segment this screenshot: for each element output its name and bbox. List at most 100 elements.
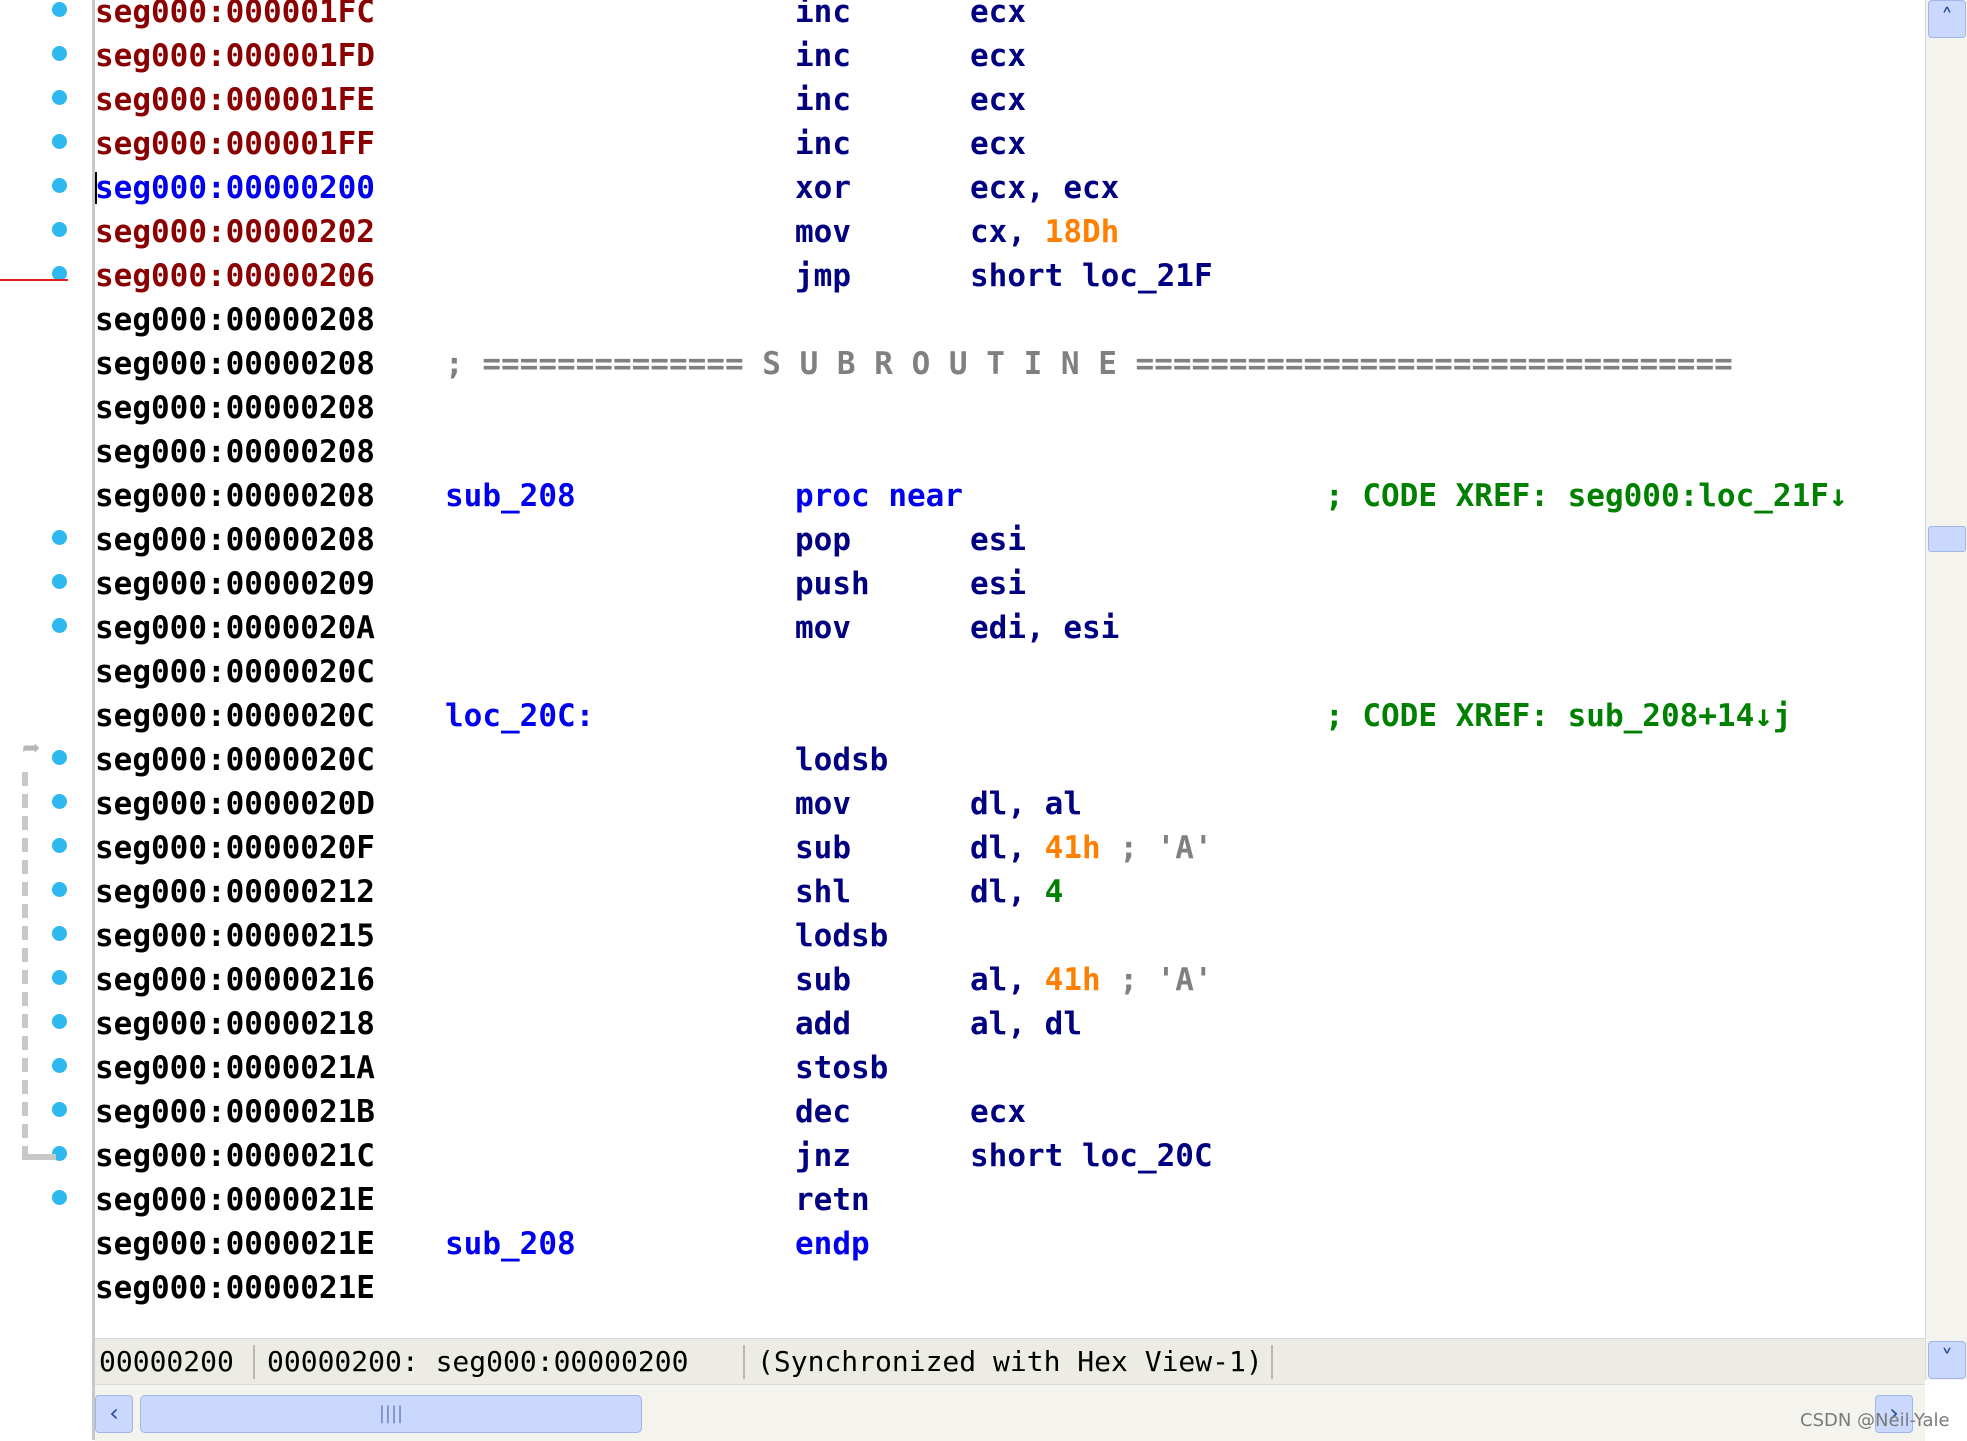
- address[interactable]: seg000:00000212: [95, 870, 375, 914]
- address[interactable]: seg000:0000020C: [95, 694, 375, 738]
- listing-line[interactable]: seg000:0000020D mov dl, al: [95, 782, 1925, 826]
- operands[interactable]: al, 41h ; 'A': [970, 958, 1213, 1002]
- operand-text[interactable]: short loc_20C: [970, 1138, 1213, 1174]
- operand-text[interactable]: esi: [970, 566, 1026, 602]
- operand-text[interactable]: cx,: [970, 214, 1045, 250]
- listing-line[interactable]: seg000:000001FE inc ecx: [95, 78, 1925, 122]
- address[interactable]: seg000:00000208: [95, 518, 375, 562]
- code-label[interactable]: sub_208: [445, 1222, 576, 1266]
- mnemonic[interactable]: inc: [795, 78, 851, 122]
- address[interactable]: seg000:0000021E: [95, 1266, 375, 1310]
- operands[interactable]: esi: [970, 518, 1026, 562]
- scroll-left-button[interactable]: ‹: [95, 1395, 133, 1433]
- operands[interactable]: dl, al: [970, 782, 1082, 826]
- breakpoint-dot-icon[interactable]: [52, 618, 67, 633]
- operands[interactable]: ecx, ecx: [970, 166, 1119, 210]
- address[interactable]: seg000:0000021B: [95, 1090, 375, 1134]
- address[interactable]: seg000:00000208: [95, 430, 375, 474]
- listing-line[interactable]: seg000:0000021E sub_208 endp: [95, 1222, 1925, 1266]
- breakpoint-dot-icon[interactable]: [52, 134, 67, 149]
- code-label[interactable]: sub_208: [445, 474, 576, 518]
- mnemonic[interactable]: jmp: [795, 254, 851, 298]
- vertical-scrollbar[interactable]: ˄ ˅: [1925, 0, 1967, 1380]
- address[interactable]: seg000:00000208: [95, 386, 375, 430]
- address[interactable]: seg000:0000020D: [95, 782, 375, 826]
- mnemonic[interactable]: retn: [795, 1178, 870, 1222]
- mnemonic[interactable]: lodsb: [795, 914, 888, 958]
- code-xref[interactable]: ; CODE XREF: sub_208+14↓j: [1325, 694, 1792, 738]
- address[interactable]: seg000:0000020F: [95, 826, 375, 870]
- address[interactable]: seg000:0000021E: [95, 1222, 375, 1266]
- listing-line[interactable]: seg000:00000208: [95, 298, 1925, 342]
- operand-text[interactable]: edi, esi: [970, 610, 1119, 646]
- breakpoint-dot-icon[interactable]: [52, 2, 67, 17]
- mnemonic[interactable]: shl: [795, 870, 851, 914]
- listing-line[interactable]: seg000:000001FF inc ecx: [95, 122, 1925, 166]
- mnemonic[interactable]: proc near: [795, 474, 963, 518]
- address[interactable]: seg000:00000218: [95, 1002, 375, 1046]
- operands[interactable]: al, dl: [970, 1002, 1082, 1046]
- breakpoint-gutter[interactable]: ➦: [0, 0, 92, 1440]
- operands[interactable]: dl, 4: [970, 870, 1063, 914]
- operand-text[interactable]: al, dl: [970, 1006, 1082, 1042]
- address[interactable]: seg000:00000208: [95, 474, 375, 518]
- address[interactable]: seg000:0000021E: [95, 1178, 375, 1222]
- address[interactable]: seg000:000001FC: [95, 0, 375, 34]
- address[interactable]: seg000:00000216: [95, 958, 375, 1002]
- mnemonic[interactable]: endp: [795, 1222, 870, 1266]
- breakpoint-dot-icon[interactable]: [52, 750, 67, 765]
- mnemonic[interactable]: mov: [795, 782, 851, 826]
- operand-text[interactable]: ecx: [970, 1094, 1026, 1130]
- listing-line[interactable]: seg000:00000208 ; ============== S U B R …: [95, 342, 1925, 386]
- listing-line[interactable]: seg000:00000216 sub al, 41h ; 'A': [95, 958, 1925, 1002]
- address[interactable]: seg000:000001FD: [95, 34, 375, 78]
- mnemonic[interactable]: sub: [795, 826, 851, 870]
- breakpoint-dot-icon[interactable]: [52, 1102, 67, 1117]
- immediate-value[interactable]: 41h: [1045, 830, 1101, 866]
- immediate-value[interactable]: 4: [1045, 874, 1064, 910]
- listing-line[interactable]: seg000:0000021E: [95, 1266, 1925, 1310]
- code-xref[interactable]: ; CODE XREF: seg000:loc_21F↓: [1325, 474, 1848, 518]
- disassembly-listing[interactable]: seg000:000001FC inc ecx seg000:000001FD inc e…: [95, 0, 1925, 1338]
- operand-text[interactable]: ecx: [970, 0, 1026, 30]
- operands[interactable]: short loc_21F: [970, 254, 1213, 298]
- operands[interactable]: ecx: [970, 78, 1026, 122]
- breakpoint-dot-icon[interactable]: [52, 838, 67, 853]
- horizontal-scroll-thumb[interactable]: ||||: [140, 1395, 642, 1433]
- immediate-value[interactable]: 41h: [1045, 962, 1101, 998]
- address[interactable]: seg000:000001FF: [95, 122, 375, 166]
- mnemonic[interactable]: xor: [795, 166, 851, 210]
- vertical-scroll-thumb[interactable]: [1928, 526, 1966, 552]
- address[interactable]: seg000:00000208: [95, 298, 375, 342]
- mnemonic[interactable]: push: [795, 562, 870, 606]
- listing-line[interactable]: seg000:00000212 shl dl, 4: [95, 870, 1925, 914]
- mnemonic[interactable]: jnz: [795, 1134, 851, 1178]
- breakpoint-dot-icon[interactable]: [52, 794, 67, 809]
- operands[interactable]: ecx: [970, 1090, 1026, 1134]
- listing-line[interactable]: seg000:00000200 xor ecx, ecx: [95, 166, 1925, 210]
- breakpoint-dot-icon[interactable]: [52, 90, 67, 105]
- listing-line[interactable]: seg000:00000209 push esi: [95, 562, 1925, 606]
- address[interactable]: seg000:0000020C: [95, 650, 375, 694]
- immediate-value[interactable]: 18Dh: [1045, 214, 1120, 250]
- listing-line[interactable]: seg000:0000021B dec ecx: [95, 1090, 1925, 1134]
- operand-text[interactable]: ecx, ecx: [970, 170, 1119, 206]
- mnemonic[interactable]: stosb: [795, 1046, 888, 1090]
- mnemonic[interactable]: add: [795, 1002, 851, 1046]
- operands[interactable]: ecx: [970, 34, 1026, 78]
- breakpoint-dot-icon[interactable]: [52, 1058, 67, 1073]
- operand-text[interactable]: dl,: [970, 830, 1045, 866]
- listing-line[interactable]: seg000:0000020C lodsb: [95, 738, 1925, 782]
- listing-line[interactable]: seg000:00000218 add al, dl: [95, 1002, 1925, 1046]
- breakpoint-dot-icon[interactable]: [52, 46, 67, 61]
- address[interactable]: seg000:00000209: [95, 562, 375, 606]
- operand-text[interactable]: dl,: [970, 874, 1045, 910]
- operands[interactable]: ecx: [970, 122, 1026, 166]
- code-label[interactable]: loc_20C:: [445, 694, 594, 738]
- address[interactable]: seg000:00000202: [95, 210, 375, 254]
- mnemonic[interactable]: sub: [795, 958, 851, 1002]
- listing-line[interactable]: seg000:00000215 lodsb: [95, 914, 1925, 958]
- listing-line[interactable]: seg000:0000021A stosb: [95, 1046, 1925, 1090]
- mnemonic[interactable]: dec: [795, 1090, 851, 1134]
- listing-line[interactable]: seg000:00000208 sub_208 proc near ; CODE XR…: [95, 474, 1925, 518]
